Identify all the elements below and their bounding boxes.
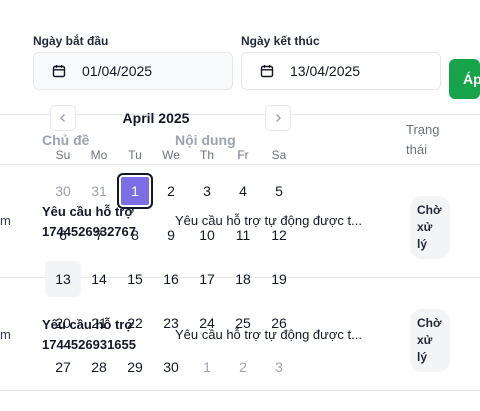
calendar-day[interactable]: 16 bbox=[153, 261, 189, 297]
calendar-day[interactable]: 22 bbox=[117, 305, 153, 341]
calendar-day[interactable]: 28 bbox=[81, 349, 117, 385]
calendar-day-outside[interactable]: 1 bbox=[189, 349, 225, 385]
calendar-day[interactable]: 23 bbox=[153, 305, 189, 341]
calendar-day[interactable]: 30 bbox=[153, 349, 189, 385]
weekday-label: Mo bbox=[90, 148, 108, 162]
calendar-day[interactable]: 11 bbox=[225, 217, 261, 253]
status-line: lý bbox=[417, 350, 428, 364]
status-line: xử bbox=[417, 220, 433, 234]
column-header-status-line: thái bbox=[406, 142, 427, 157]
start-date-value: 01/04/2025 bbox=[82, 63, 153, 79]
apply-button[interactable]: Áp bbox=[449, 59, 480, 99]
weekday-label: Fr bbox=[237, 148, 249, 162]
calendar-week: 6 7 8 9 10 11 12 bbox=[45, 217, 297, 253]
calendar-day-outside[interactable]: 2 bbox=[225, 349, 261, 385]
calendar-day[interactable]: 26 bbox=[261, 305, 297, 341]
chevron-left-icon bbox=[60, 114, 65, 122]
calendar-day[interactable]: 25 bbox=[225, 305, 261, 341]
calendar-day[interactable]: 9 bbox=[153, 217, 189, 253]
calendar-day-outside[interactable]: 3 bbox=[261, 349, 297, 385]
start-date-input[interactable]: 01/04/2025 bbox=[33, 52, 233, 90]
status-line: Chờ bbox=[417, 203, 442, 217]
calendar-week: 13 14 15 16 17 18 19 bbox=[45, 261, 297, 297]
column-header-status[interactable]: Trạng thái bbox=[406, 120, 439, 160]
calendar-day[interactable]: 24 bbox=[189, 305, 225, 341]
calendar-icon bbox=[260, 64, 274, 78]
calendar-day[interactable]: 18 bbox=[225, 261, 261, 297]
calendar-day[interactable]: 20 bbox=[45, 305, 81, 341]
calendar-day-outside[interactable]: 30 bbox=[45, 173, 81, 209]
calendar-day[interactable]: 17 bbox=[189, 261, 225, 297]
prev-month-button[interactable] bbox=[50, 105, 76, 131]
calendar-day[interactable]: 8 bbox=[117, 217, 153, 253]
calendar-day-outside[interactable]: 31 bbox=[81, 173, 117, 209]
weekday-header: Su Mo Tu We Th Fr Sa bbox=[45, 148, 297, 162]
calendar-day[interactable]: 14 bbox=[81, 261, 117, 297]
calendar-day[interactable]: 29 bbox=[117, 349, 153, 385]
calendar-day[interactable]: 10 bbox=[189, 217, 225, 253]
start-date-label: Ngày bắt đầu bbox=[33, 34, 109, 48]
row-divider bbox=[0, 390, 480, 391]
calendar-day[interactable]: 27 bbox=[45, 349, 81, 385]
calendar-day[interactable]: 21 bbox=[81, 305, 117, 341]
calendar-day[interactable]: 2 bbox=[153, 173, 189, 209]
end-date-value: 13/04/2025 bbox=[290, 63, 361, 79]
calendar-day[interactable]: 4 bbox=[225, 173, 261, 209]
status-line: lý bbox=[417, 237, 428, 251]
calendar-day-today[interactable]: 13 bbox=[45, 261, 81, 297]
weekday-label: Su bbox=[55, 148, 71, 162]
status-badge: Chờ xử lý bbox=[410, 309, 450, 372]
calendar-month-title: April 2025 bbox=[122, 110, 190, 126]
status-line: xử bbox=[417, 333, 433, 347]
weekday-label: Tu bbox=[128, 148, 142, 162]
end-date-input[interactable]: 13/04/2025 bbox=[241, 52, 441, 90]
end-date-label: Ngày kết thúc bbox=[241, 34, 320, 48]
calendar-day[interactable]: 5 bbox=[261, 173, 297, 209]
weekday-label: Th bbox=[199, 148, 214, 162]
chevron-right-icon bbox=[276, 114, 281, 122]
weekday-label: Sa bbox=[271, 148, 287, 162]
status-badge: Chờ xử lý bbox=[410, 196, 450, 259]
calendar-week: 30 31 1 2 3 4 5 bbox=[45, 173, 297, 209]
next-month-button[interactable] bbox=[265, 105, 291, 131]
status-line: Chờ bbox=[417, 316, 442, 330]
calendar-day[interactable]: 19 bbox=[261, 261, 297, 297]
calendar-day[interactable]: 7 bbox=[81, 217, 117, 253]
calendar-day-selected[interactable]: 1 bbox=[117, 173, 153, 209]
date-picker-popover: April 2025 Su Mo Tu We Th Fr Sa 30 31 1 … bbox=[45, 104, 297, 384]
calendar-icon bbox=[52, 64, 66, 78]
calendar-week: 20 21 22 23 24 25 26 bbox=[45, 305, 297, 341]
weekday-label: We bbox=[162, 148, 180, 162]
calendar-week: 27 28 29 30 1 2 3 bbox=[45, 349, 297, 385]
cell-truncated: m bbox=[0, 213, 11, 228]
calendar-day[interactable]: 3 bbox=[189, 173, 225, 209]
column-header-status-line: Trạng bbox=[406, 122, 440, 137]
calendar-day[interactable]: 12 bbox=[261, 217, 297, 253]
calendar-day[interactable]: 15 bbox=[117, 261, 153, 297]
cell-truncated: m bbox=[0, 327, 11, 342]
calendar-day[interactable]: 6 bbox=[45, 217, 81, 253]
